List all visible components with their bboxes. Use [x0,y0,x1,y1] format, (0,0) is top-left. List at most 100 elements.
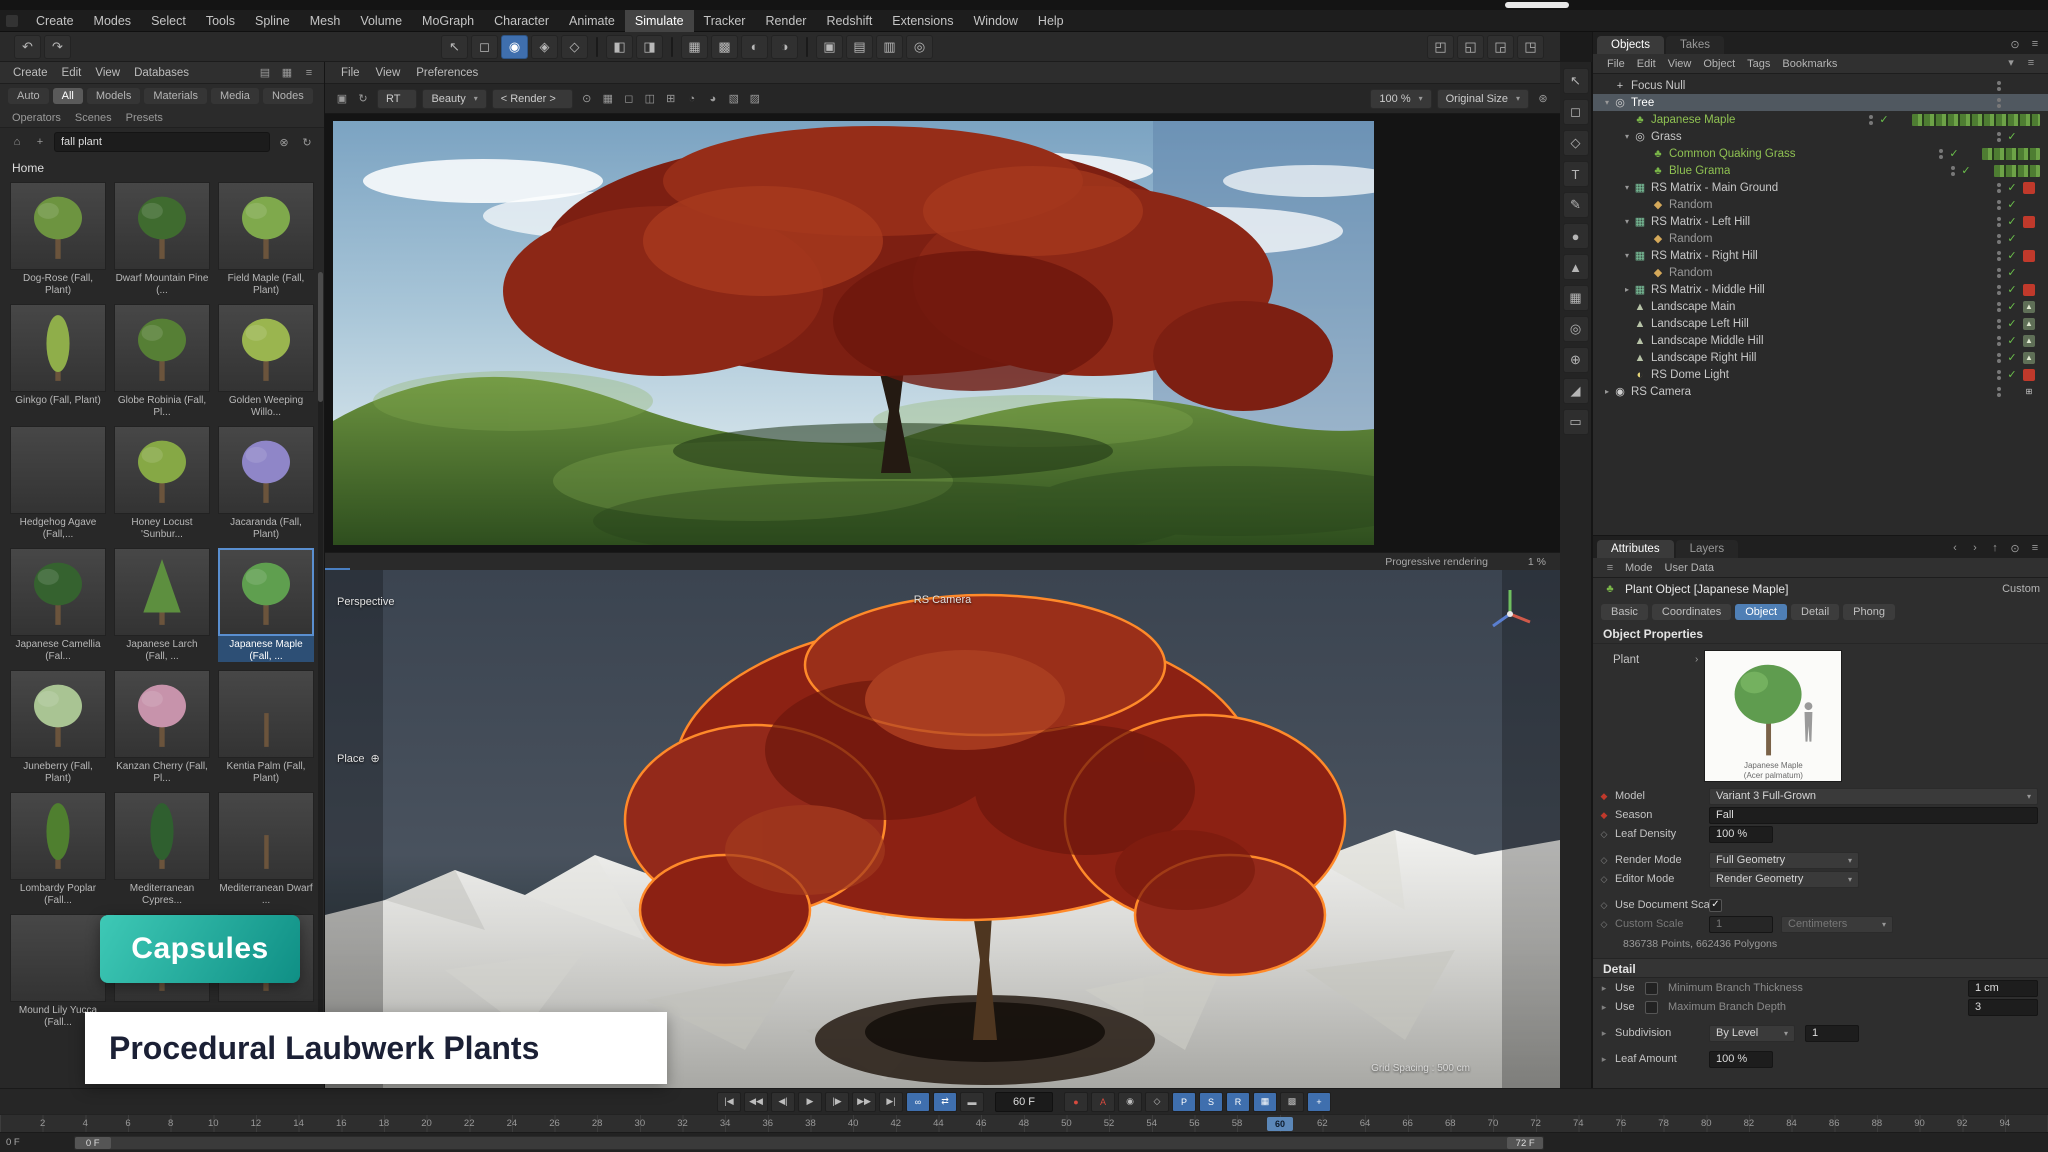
render-option-icon[interactable]: ▧ [725,91,743,107]
axis-gizmo[interactable] [1486,584,1534,632]
menu-item[interactable]: Modes [84,10,142,32]
checkbox[interactable] [1645,1001,1658,1014]
expand-caret-icon[interactable]: ▾ [1621,217,1633,226]
range-start-grip[interactable]: 0 F [75,1137,111,1149]
record-button[interactable]: A [1091,1092,1115,1112]
burger-menu-icon[interactable]: ≡ [1601,560,1619,576]
visibility-dots-icon[interactable] [1997,132,2001,142]
asset-item[interactable]: Jacaranda (Fall, Plant) [218,426,314,540]
object-manager-tab[interactable]: Objects [1597,36,1664,54]
enabled-check-icon[interactable]: ✓ [1960,164,1972,177]
object-row[interactable]: ♣ Blue Grama ✓ [1593,162,2048,179]
object-tag-icon[interactable] [2023,97,2035,109]
playhead[interactable]: 60 [1267,1117,1293,1131]
attribute-mode-menu[interactable]: Mode [1619,562,1659,574]
history-nav-icon[interactable]: › [1966,540,1984,556]
tool-icon[interactable] [596,37,598,57]
camera-name-label[interactable]: RS Camera [914,594,971,606]
filter-tab[interactable]: Models [87,88,140,104]
menu-item[interactable]: Tracker [694,10,756,32]
tool-icon[interactable]: ◐ [741,35,768,59]
object-row[interactable]: ♣ Common Quaking Grass ✓ [1593,145,2048,162]
menu-item[interactable]: Help [1028,10,1074,32]
enabled-check-icon[interactable]: ✓ [2006,351,2018,364]
history-nav-icon[interactable]: ⊙ [2006,540,2024,556]
object-manager-menu-item[interactable]: Object [1697,58,1741,70]
render-view-menu-item[interactable]: Preferences [408,67,486,79]
asset-item[interactable]: Japanese Camellia (Fal... [10,548,106,662]
category-tab[interactable]: Presets [126,112,163,124]
object-tag-icon[interactable] [2023,80,2035,92]
record-button[interactable]: ● [1064,1092,1088,1112]
undo-redo-icon[interactable]: ↶ [14,35,41,59]
number-field[interactable]: 3 [1968,999,2038,1016]
object-tag-icon[interactable]: ▲ [2023,301,2035,313]
preview-range[interactable]: 0 F 72 F [74,1136,1544,1150]
render-option-icon[interactable]: ⊞ [662,91,680,107]
enabled-check-icon[interactable]: ✓ [1948,147,1960,160]
tool-icon[interactable]: ▩ [711,35,738,59]
object-tag-icon[interactable] [2023,199,2035,211]
keyframe-icon[interactable]: ▸ [1593,1028,1615,1039]
clear-search-icon[interactable]: ⊗ [275,134,293,150]
asset-browser-menu-item[interactable]: Edit [55,67,89,79]
object-tag-icon[interactable]: ⊞ [2023,386,2035,398]
text-tool-icon[interactable]: T [1563,161,1589,187]
tool-icon[interactable]: ▦ [681,35,708,59]
landscape-tool-icon[interactable]: ▲ [1563,254,1589,280]
object-row[interactable]: ♣ Japanese Maple ✓ [1593,111,2048,128]
history-nav-icon[interactable]: ↑ [1986,540,2004,556]
object-row[interactable]: ▾ ▦ RS Matrix - Left Hill ✓ [1593,213,2048,230]
dropdown[interactable]: By Level [1709,1025,1795,1042]
object-tag-icon[interactable] [1895,114,1907,126]
object-row[interactable]: ◆ Random ✓ [1593,196,2048,213]
number-field[interactable]: 1 [1805,1025,1859,1042]
object-tag-icon[interactable] [2023,267,2035,279]
playback-button[interactable]: ◀◀ [744,1092,768,1112]
attribute-manager-tab[interactable]: Layers [1676,540,1739,558]
object-row[interactable]: ▸ ◉ RS Camera ⊞ [1593,383,2048,400]
object-row[interactable]: ◐ RS Dome Light ✓ [1593,366,2048,383]
tool-icon[interactable]: ◎ [906,35,933,59]
expand-caret-icon[interactable]: ▸ [1601,387,1613,396]
asset-item[interactable]: Kanzan Cherry (Fall, Pl... [114,670,210,784]
enabled-check-icon[interactable]: ✓ [2006,283,2018,296]
menu-item[interactable]: Redshift [816,10,882,32]
pass-dropdown[interactable]: Beauty [422,89,486,109]
object-tag-icon[interactable] [2023,233,2035,245]
expand-caret-icon[interactable]: ▾ [1621,132,1633,141]
object-manager-menu-item[interactable]: View [1662,58,1698,70]
attribute-section-tab[interactable]: Detail [1791,604,1839,620]
enabled-check-icon[interactable]: ✓ [1878,113,1890,126]
material-swatches[interactable] [1912,114,2040,126]
object-tag-icon[interactable] [2023,131,2035,143]
keyframe-icon[interactable]: ◆ [1593,810,1615,821]
history-nav-icon[interactable]: ≡ [2026,540,2044,556]
range-end-grip[interactable]: 72 F [1507,1137,1543,1149]
tool-icon[interactable]: ↖ [441,35,468,59]
render-option-icon[interactable]: ◕ [704,91,722,107]
object-row[interactable]: ▸ ▦ RS Matrix - Middle Hill ✓ [1593,281,2048,298]
object-row[interactable]: ▲ Landscape Main ✓ ▲ [1593,298,2048,315]
add-icon[interactable]: + [31,134,49,150]
add-tool-icon[interactable]: ⊕ [1563,347,1589,373]
object-manager-menu-item[interactable]: Edit [1631,58,1662,70]
visibility-dots-icon[interactable] [1997,353,2001,363]
attribute-section-tab[interactable]: Phong [1843,604,1895,620]
view-mode-icon[interactable]: ▦ [278,65,296,81]
layout-icon[interactable]: ◱ [1457,35,1484,59]
attribute-mode-menu[interactable]: User Data [1659,562,1721,574]
layout-icon[interactable]: ◳ [1517,35,1544,59]
tool-icon[interactable]: ▣ [816,35,843,59]
menu-item[interactable]: MoGraph [412,10,484,32]
object-row[interactable]: ▾ ▦ RS Matrix - Main Ground ✓ [1593,179,2048,196]
place-tool-hud[interactable]: Place ⊕ [337,752,380,765]
model-tool-icon[interactable]: ◇ [1563,130,1589,156]
tool-icon[interactable]: ◉ [501,35,528,59]
render-view[interactable] [325,114,1560,552]
menu-item[interactable]: Spline [245,10,300,32]
dropdown[interactable]: Render Geometry [1709,871,1859,888]
filter-icon[interactable]: ≡ [2022,55,2040,71]
playback-button[interactable]: ∞ [906,1092,930,1112]
visibility-dots-icon[interactable] [1997,183,2001,193]
